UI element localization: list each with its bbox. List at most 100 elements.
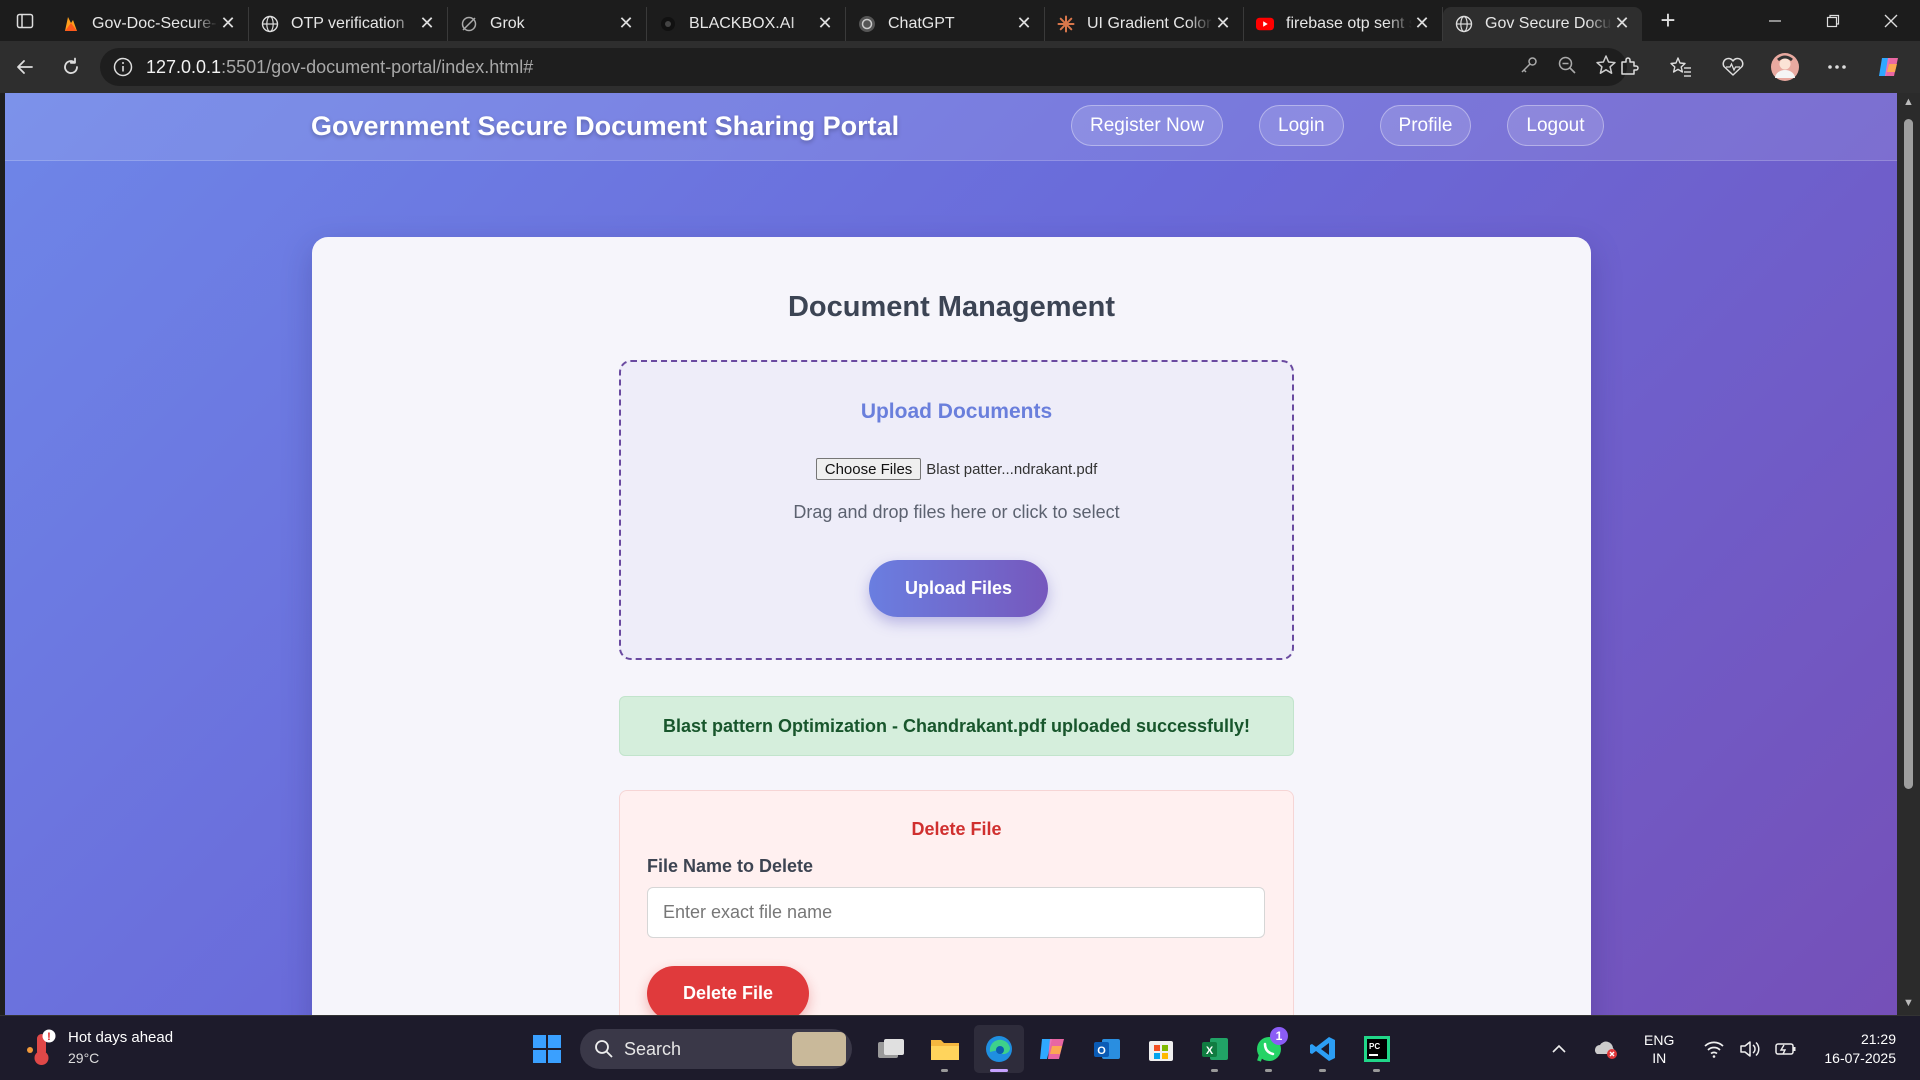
svg-text:O: O <box>1097 1045 1106 1057</box>
clock-date: 16-07-2025 <box>1824 1049 1896 1066</box>
refresh-icon[interactable] <box>48 47 94 87</box>
upload-title: Upload Documents <box>860 400 1053 423</box>
zoom-out-icon[interactable] <box>1557 55 1577 80</box>
language-indicator[interactable]: ENG IN <box>1644 1031 1674 1067</box>
excel-icon[interactable]: X <box>1190 1025 1240 1073</box>
outlook-icon[interactable]: O <box>1082 1025 1132 1073</box>
page-scrollbar[interactable]: ▲ ▼ <box>1897 93 1920 1015</box>
close-icon[interactable]: ✕ <box>815 13 835 34</box>
microsoft-store-icon[interactable] <box>1136 1025 1186 1073</box>
browser-tools <box>1608 47 1910 87</box>
claude-icon <box>1057 15 1075 33</box>
pycharm-icon[interactable]: PC <box>1352 1025 1402 1073</box>
tab-title: ChatGPT <box>888 14 955 32</box>
restore-icon[interactable] <box>1804 0 1862 41</box>
weather-headline: Hot days ahead <box>68 1029 174 1046</box>
logout-link[interactable]: Logout <box>1507 105 1604 146</box>
back-icon[interactable] <box>2 47 48 87</box>
tab-blackbox[interactable]: BLACKBOX.AI ✕ <box>647 6 846 41</box>
tab-title: Gov-Doc-Secure-Sharing <box>92 14 218 32</box>
vscode-icon[interactable] <box>1298 1025 1348 1073</box>
tab-chatgpt[interactable]: ChatGPT ✕ <box>846 6 1045 41</box>
register-now-link[interactable]: Register Now <box>1071 105 1224 146</box>
volume-icon[interactable] <box>1735 1034 1765 1064</box>
upload-hint: Drag and drop files here or click to sel… <box>793 502 1120 522</box>
new-tab-button[interactable]: + <box>1648 4 1688 38</box>
tab-youtube[interactable]: firebase otp sent success ✕ <box>1244 6 1443 41</box>
login-link[interactable]: Login <box>1259 105 1344 146</box>
tab-otp-verification[interactable]: OTP verification ✕ <box>249 6 448 41</box>
site-info-icon[interactable] <box>112 56 134 78</box>
delete-file-button[interactable]: Delete File <box>647 966 809 1015</box>
onedrive-error-icon[interactable] <box>1591 1034 1621 1064</box>
taskbar-search[interactable]: Search <box>580 1029 852 1069</box>
upload-dropzone[interactable]: Upload Documents Choose Files Blast patt… <box>619 360 1294 660</box>
scroll-thumb[interactable] <box>1904 119 1913 789</box>
delete-filename-input[interactable] <box>647 887 1265 938</box>
close-window-icon[interactable] <box>1862 0 1920 41</box>
system-tray: ENG IN 21:29 16-07-2025 <box>1541 1016 1920 1080</box>
delete-title: Delete File <box>911 819 1002 839</box>
profile-avatar[interactable] <box>1764 47 1806 87</box>
firebase-icon <box>62 15 80 33</box>
close-icon[interactable]: ✕ <box>616 13 636 34</box>
notification-badge: 1 <box>1270 1027 1288 1045</box>
search-icon <box>595 1040 613 1058</box>
chevron-up-icon[interactable] <box>1544 1034 1574 1064</box>
close-icon[interactable]: ✕ <box>417 13 437 34</box>
site-nav: Register Now Login Profile Logout <box>1071 105 1604 146</box>
grok-icon <box>460 15 478 33</box>
key-icon[interactable] <box>1519 55 1539 80</box>
upload-files-button[interactable]: Upload Files <box>869 560 1048 617</box>
task-view-icon[interactable] <box>866 1025 916 1073</box>
tab-gov-doc-secure[interactable]: Gov-Doc-Secure-Sharing ✕ <box>50 6 249 41</box>
extensions-icon[interactable] <box>1608 47 1650 87</box>
upload-success-message: Blast pattern Optimization - Chandrakant… <box>619 696 1294 756</box>
windows-start-icon[interactable] <box>522 1025 572 1073</box>
system-clock[interactable]: 21:29 16-07-2025 <box>1824 1030 1896 1068</box>
browser-toolbar: 127.0.0.1:5501/gov-document-portal/index… <box>0 41 1920 93</box>
tab-title: Gov Secure Document Portal <box>1485 14 1612 32</box>
copilot-app-icon[interactable] <box>1028 1025 1078 1073</box>
thermometer-icon: ! <box>27 1029 56 1065</box>
whatsapp-icon[interactable]: 1 <box>1244 1025 1294 1073</box>
tab-title: BLACKBOX.AI <box>689 14 795 32</box>
windows-taskbar: ! Hot days ahead 29°C Search O X 1 PC EN… <box>0 1015 1920 1080</box>
site-header: Government Secure Document Sharing Porta… <box>5 93 1897 161</box>
tab-actions-icon[interactable] <box>0 0 50 41</box>
edge-browser-icon[interactable] <box>974 1025 1024 1073</box>
tab-gov-secure-portal[interactable]: Gov Secure Document Portal ✕ <box>1443 6 1642 41</box>
wifi-icon[interactable] <box>1699 1034 1729 1064</box>
more-options-icon[interactable] <box>1816 47 1858 87</box>
close-icon[interactable]: ✕ <box>1412 13 1432 34</box>
copilot-icon[interactable] <box>1868 47 1910 87</box>
weather-widget[interactable]: ! Hot days ahead 29°C <box>24 1028 173 1068</box>
scroll-down-icon[interactable]: ▼ <box>1902 997 1915 1010</box>
file-explorer-icon[interactable] <box>920 1025 970 1073</box>
search-label: Search <box>624 1038 682 1059</box>
delete-file-section: Delete File File Name to Delete Delete F… <box>619 790 1294 1015</box>
scroll-up-icon[interactable]: ▲ <box>1902 96 1915 109</box>
tab-title: UI Gradient Color Palette <box>1087 14 1213 32</box>
url-text: 127.0.0.1:5501/gov-document-portal/index… <box>146 56 534 77</box>
tab-grok[interactable]: Grok ✕ <box>448 6 647 41</box>
tab-title: Grok <box>490 14 525 32</box>
tab-ui-gradient[interactable]: UI Gradient Color Palette ✕ <box>1045 6 1244 41</box>
close-icon[interactable]: ✕ <box>218 13 238 34</box>
favorites-icon[interactable] <box>1660 47 1702 87</box>
profile-link[interactable]: Profile <box>1379 105 1472 146</box>
svg-text:!: ! <box>47 1031 51 1043</box>
file-picker: Choose Files Blast patter...ndrakant.pdf <box>621 458 1292 480</box>
close-icon[interactable]: ✕ <box>1612 13 1632 34</box>
browser-essentials-icon[interactable] <box>1712 47 1754 87</box>
choose-files-button[interactable]: Choose Files <box>815 458 922 480</box>
minimize-icon[interactable] <box>1746 0 1804 41</box>
address-bar-actions <box>1519 48 1617 86</box>
close-icon[interactable]: ✕ <box>1014 13 1034 34</box>
browser-tab-bar: Gov-Doc-Secure-Sharing ✕ OTP verificatio… <box>0 0 1920 41</box>
address-bar[interactable]: 127.0.0.1:5501/gov-document-portal/index… <box>100 48 1627 86</box>
battery-plugged-icon[interactable] <box>1771 1034 1801 1064</box>
chatgpt-icon <box>858 15 876 33</box>
close-icon[interactable]: ✕ <box>1213 13 1233 34</box>
globe-icon <box>261 15 279 33</box>
